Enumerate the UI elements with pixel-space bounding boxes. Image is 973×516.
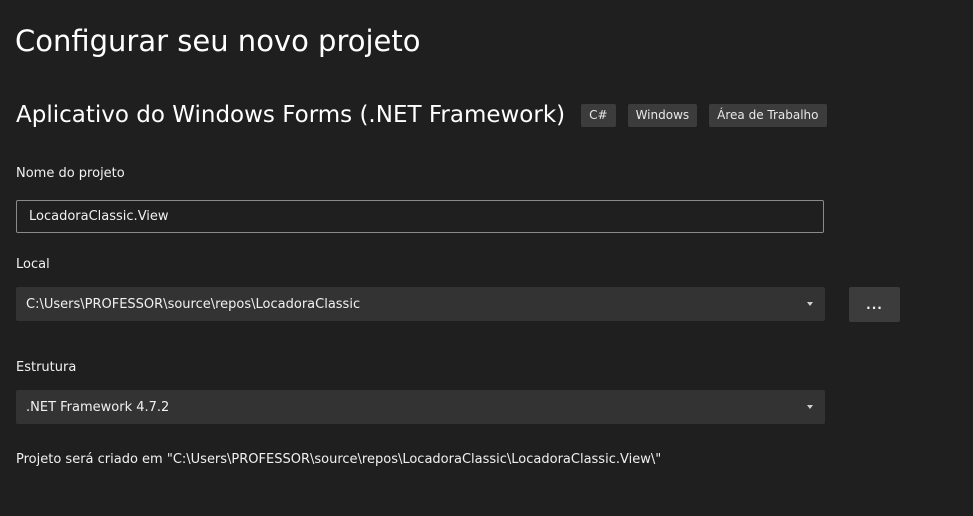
location-label: Local [16, 257, 50, 272]
location-value: C:\Users\PROFESSOR\source\repos\Locadora… [26, 296, 361, 312]
tag-project-type: Área de Trabalho [709, 103, 827, 127]
tag-language: C# [581, 103, 616, 127]
browse-button[interactable]: ... [849, 287, 900, 322]
template-header: Aplicativo do Windows Forms (.NET Framew… [16, 100, 839, 130]
project-name-label: Nome do projeto [16, 166, 125, 181]
page-title: Configurar seu novo projeto [15, 24, 421, 58]
location-combobox[interactable]: C:\Users\PROFESSOR\source\repos\Locadora… [16, 287, 825, 321]
framework-combobox[interactable]: .NET Framework 4.7.2 [16, 390, 825, 424]
tag-platform: Windows [627, 103, 698, 127]
chevron-down-icon[interactable] [807, 405, 813, 409]
project-name-input[interactable] [16, 200, 824, 233]
framework-label: Estrutura [16, 360, 77, 375]
template-name: Aplicativo do Windows Forms (.NET Framew… [16, 102, 566, 128]
project-path-info: Projeto será criado em "C:\Users\PROFESS… [16, 452, 662, 467]
framework-value: .NET Framework 4.7.2 [26, 399, 170, 415]
chevron-down-icon[interactable] [807, 302, 813, 306]
